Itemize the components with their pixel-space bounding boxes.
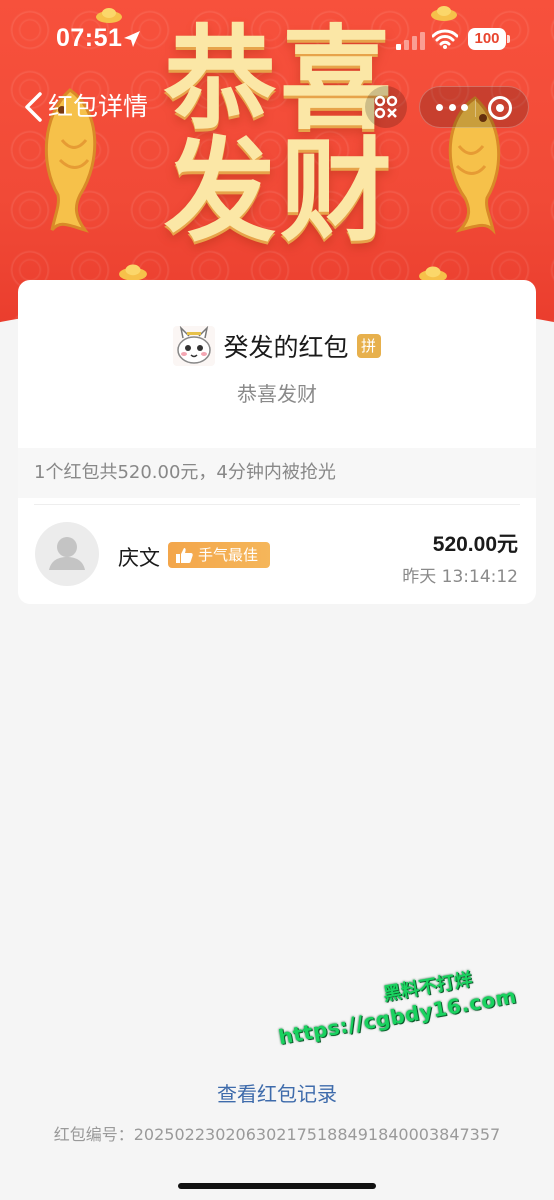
status-time: 07:51 <box>56 24 123 52</box>
wifi-icon <box>432 29 458 49</box>
page-title[interactable]: 红包详情 <box>48 90 148 124</box>
view-records-link[interactable]: 查看红包记录 <box>0 1078 554 1107</box>
default-user-icon <box>49 537 85 570</box>
battery-indicator: 100 <box>468 28 510 50</box>
divider <box>34 504 520 505</box>
gold-ingot-icon <box>96 8 122 23</box>
watermark: 黑料不打烊 https://cgbdy16.com <box>272 958 519 1049</box>
receiver-amount: 520.00元 <box>432 533 518 556</box>
receiver-name: 庆文 <box>118 546 160 570</box>
close-target-icon[interactable] <box>488 96 512 120</box>
sender-row: 癸发的红包 拼 <box>18 325 536 366</box>
sender-title: 癸发的红包 <box>223 334 349 362</box>
packet-summary: 1个红包共520.00元，4分钟内被抢光 <box>34 462 336 483</box>
red-packet-card: 癸发的红包 拼 恭喜发财 1个红包共520.00元，4分钟内被抢光 庆文 手气最… <box>18 280 536 604</box>
capsule-divider <box>475 99 476 117</box>
cartoon-rabbit-icon <box>177 325 212 364</box>
receiver-avatar[interactable] <box>35 522 99 586</box>
cellular-signal-icon <box>396 32 425 50</box>
receiver-time: 昨天 13:14:12 <box>402 567 518 587</box>
back-chevron-icon[interactable] <box>22 90 46 124</box>
status-bar: 07:51 100 <box>0 24 554 60</box>
banner-title-line2: 发财 <box>164 127 396 257</box>
best-luck-badge: 手气最佳 <box>168 542 270 568</box>
best-luck-label: 手气最佳 <box>198 546 259 564</box>
greeting-message: 恭喜发财 <box>237 382 317 406</box>
summary-band: 1个红包共520.00元，4分钟内被抢光 <box>18 448 536 498</box>
gold-ingot-icon <box>431 6 457 21</box>
thumbs-up-icon <box>176 548 193 563</box>
location-arrow-icon <box>124 31 140 47</box>
packet-serial-number: 红包编号：2025022302063021751884918400038473​… <box>53 1125 501 1144</box>
home-indicator[interactable] <box>178 1183 376 1189</box>
qr-scan-button[interactable] <box>365 86 407 128</box>
receiver-row[interactable]: 庆文 手气最佳 520.00元 昨天 13:14:12 <box>18 512 536 592</box>
group-packet-badge: 拼 <box>356 334 381 358</box>
sender-avatar[interactable] <box>173 325 216 366</box>
mini-program-capsule <box>419 86 529 128</box>
gold-ingot-icon <box>119 264 147 281</box>
more-dots-icon[interactable] <box>436 97 468 117</box>
qr-code-icon <box>374 95 398 119</box>
